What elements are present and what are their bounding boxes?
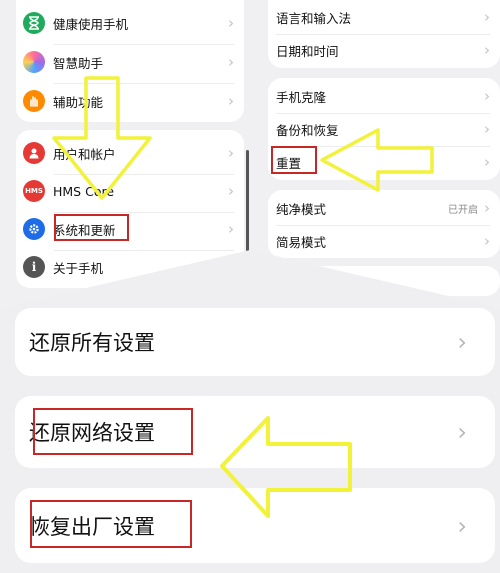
settings-item-system-update[interactable]: 系统和更新 › (16, 214, 244, 244)
settings-item-label: 健康使用手机 (53, 16, 129, 32)
settings-item-phone-clone[interactable]: 手机克隆 › (268, 81, 500, 111)
settings-item-health[interactable]: 健康使用手机 › (16, 8, 244, 38)
chevron-right-icon: › (484, 120, 490, 138)
settings-item-pure-mode[interactable]: 纯净模式 已开启 › (268, 193, 500, 223)
hourglass-icon (23, 12, 45, 34)
chevron-right-icon: › (228, 220, 234, 238)
chevron-right-icon: › (457, 511, 467, 540)
settings-item-label: 日期和时间 (276, 43, 339, 59)
highlight-box-reset (271, 146, 317, 174)
settings-item-label: 用户和帐户 (53, 146, 116, 162)
reset-item-label: 还原所有设置 (29, 331, 155, 355)
settings-item-date-time[interactable]: 日期和时间 › (268, 35, 500, 65)
settings-item-label: 智慧助手 (53, 55, 104, 71)
settings-item-backup-restore[interactable]: 备份和恢复 › (268, 114, 500, 144)
chevron-right-icon: › (228, 92, 234, 110)
highlight-box-system-update (54, 214, 129, 241)
settings-item-label: 简易模式 (276, 234, 327, 250)
reset-item-all-settings[interactable]: 还原所有设置 › (15, 308, 495, 376)
settings-item-assistant[interactable]: 智慧助手 › (16, 47, 244, 77)
chevron-right-icon: › (457, 328, 467, 356)
chevron-right-icon: › (457, 418, 467, 446)
scrollbar[interactable] (246, 150, 249, 260)
settings-item-hms-core[interactable]: HMS HMS Core › (16, 176, 244, 206)
chevron-right-icon: › (228, 144, 234, 162)
settings-item-label: 手机克隆 (276, 89, 327, 105)
highlight-box-factory-reset (30, 500, 192, 548)
user-icon (23, 142, 45, 164)
settings-item-label: 关于手机 (53, 260, 104, 276)
hand-icon (23, 90, 45, 112)
chevron-right-icon: › (228, 53, 234, 71)
settings-item-label: 备份和恢复 (276, 122, 339, 138)
left-card-group1: 健康使用手机 › 智慧助手 › 辅助功能 › (16, 0, 244, 122)
chevron-right-icon: › (228, 182, 234, 200)
chevron-right-icon: › (484, 199, 490, 217)
settings-item-label: 语言和输入法 (276, 10, 352, 26)
hms-icon: HMS (23, 180, 45, 202)
right-card-group3: 纯净模式 已开启 › 简易模式 › (268, 190, 500, 258)
chevron-right-icon: › (484, 41, 490, 59)
chevron-right-icon: › (484, 8, 490, 26)
status-value: 已开启 (448, 204, 478, 216)
assistant-icon (23, 51, 45, 73)
chevron-right-icon: › (228, 14, 234, 32)
chevron-right-icon: › (484, 153, 490, 171)
settings-item-simple-mode[interactable]: 简易模式 › (268, 226, 500, 256)
settings-item-label: 辅助功能 (53, 94, 104, 110)
info-icon: i (23, 256, 45, 278)
chevron-right-icon: › (484, 87, 490, 105)
gear-icon (23, 218, 45, 240)
settings-item-language-input[interactable]: 语言和输入法 › (268, 2, 500, 32)
settings-item-label: 纯净模式 (276, 201, 327, 217)
settings-item-label: HMS Core (53, 183, 115, 199)
highlight-box-network-reset (33, 408, 193, 455)
settings-item-user-accounts[interactable]: 用户和帐户 › (16, 138, 244, 168)
settings-item-accessibility[interactable]: 辅助功能 › (16, 86, 244, 116)
chevron-right-icon: › (484, 232, 490, 250)
right-card-group1: 语言和输入法 › 日期和时间 › (268, 0, 500, 68)
